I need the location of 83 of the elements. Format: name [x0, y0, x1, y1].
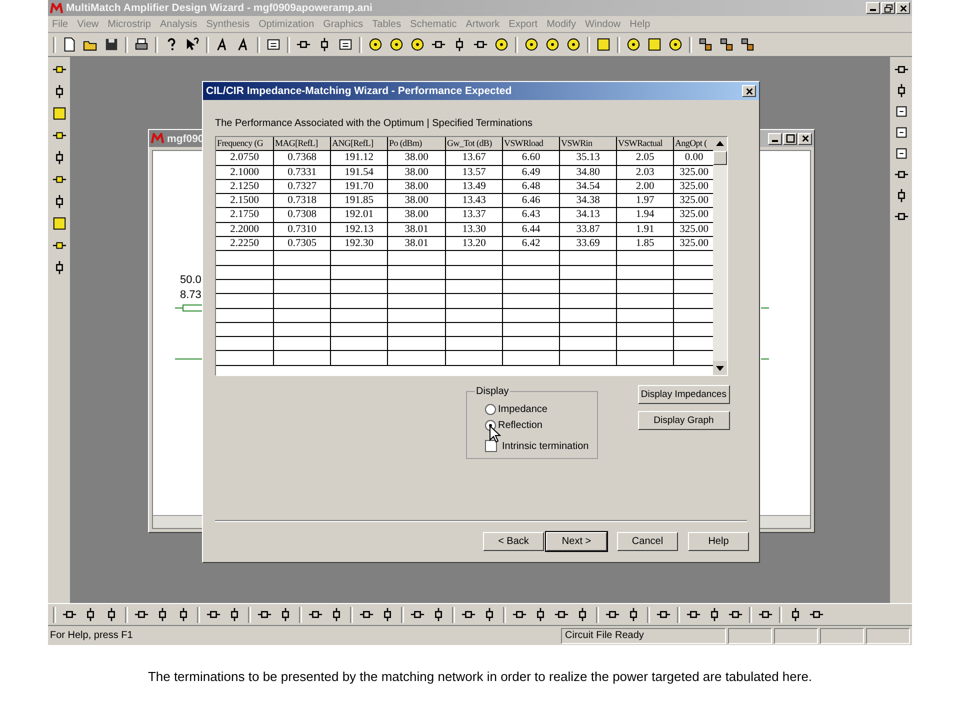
table-cell: 0.7318	[274, 194, 331, 208]
push-button[interactable]: Display Impedances	[638, 385, 730, 404]
table-cell: 33.69	[560, 237, 617, 252]
table-cell: 38.00	[388, 208, 446, 223]
window-title: MultiMatch Amplifier Design Wizard - mgf0909apoweramp.ani	[66, 2, 372, 14]
table-cell: 6.46	[503, 194, 560, 208]
table-cell: 38.01	[388, 237, 446, 252]
table-cell: 192.01	[331, 208, 388, 223]
table-cell: 38.01	[388, 222, 446, 238]
table-cell: 13.43	[446, 194, 503, 208]
table-cell: 2.1250	[216, 180, 274, 194]
table-cell: 191.54	[331, 166, 388, 180]
table-cell: 2.1750	[216, 208, 274, 223]
table-cell: 0.7305	[274, 237, 331, 252]
column-header[interactable]: VSWRactual	[617, 137, 674, 152]
wizard-button[interactable]: Next >	[546, 532, 607, 551]
table-cell: 38.00	[388, 180, 446, 194]
table-cell: 38.00	[388, 194, 446, 208]
table-cell: 34.80	[560, 166, 617, 180]
table-cell: 0.7368	[274, 151, 331, 166]
table-cell: 0.7308	[274, 208, 331, 223]
table-cell: 192.30	[331, 237, 388, 252]
schematic-label: 50.0	[180, 274, 202, 286]
table-cell: 35.13	[560, 151, 617, 166]
table-cell: 2.1000	[216, 166, 274, 180]
table-cell: 1.97	[617, 194, 674, 208]
column-header[interactable]: VSWRin	[560, 137, 617, 152]
table-cell: 1.94	[617, 208, 674, 223]
column-header[interactable]: VSWRload	[503, 137, 560, 152]
column-header[interactable]: Frequency (G	[216, 137, 274, 152]
wizard-button[interactable]: Help	[688, 532, 749, 551]
column-header[interactable]: Po (dBm)	[388, 137, 446, 152]
status-text: For Help, press F1	[50, 628, 134, 642]
table-cell: 192.13	[331, 222, 388, 238]
slide-caption: The terminations to be presented by the matching network in order to realize the power targeted are tabulated here.	[146, 669, 814, 684]
table-cell: 2.2250	[216, 237, 274, 252]
table-cell: 2.1500	[216, 194, 274, 208]
table-cell: 191.12	[331, 151, 388, 166]
table-cell: 6.48	[503, 180, 560, 194]
table-cell: 13.67	[446, 151, 503, 166]
column-header[interactable]: ANG[RefL]	[331, 137, 388, 152]
table-cell: 6.60	[503, 151, 560, 166]
status-text: Circuit File Ready	[561, 628, 726, 644]
table-cell: 34.38	[560, 194, 617, 208]
table-cell: 34.13	[560, 208, 617, 223]
table-cell: 0.7331	[274, 166, 331, 180]
table-cell: 2.05	[617, 151, 674, 166]
column-header[interactable]: MAG[RefL]	[274, 137, 331, 152]
table-cell: 34.54	[560, 180, 617, 194]
table-cell: 0.7327	[274, 180, 331, 194]
window-title: mgf090	[167, 132, 204, 144]
section-heading: The Performance Associated with the Optimum | Specified Terminations	[215, 118, 534, 131]
table-cell: 13.49	[446, 180, 503, 194]
dialog-title: CIL/CIR Impedance-Matching Wizard - Performance Expected	[206, 85, 512, 97]
table-cell: 13.30	[446, 222, 503, 238]
table-cell: 191.85	[331, 194, 388, 208]
radio-option[interactable]: Impedance	[475, 401, 589, 417]
group-label: Display	[475, 386, 510, 397]
table-cell: 2.03	[617, 166, 674, 180]
table-cell: 13.37	[446, 208, 503, 223]
table-cell: 6.44	[503, 222, 560, 238]
schematic-label: 8.73	[180, 289, 202, 301]
column-header[interactable]: AngOpt (	[674, 137, 713, 152]
table-cell: 1.85	[617, 237, 674, 252]
table-cell: 6.43	[503, 208, 560, 223]
table-cell: 0.7310	[274, 222, 331, 238]
table-cell: 13.57	[446, 166, 503, 180]
table-cell: 191.70	[331, 180, 388, 194]
table-cell: 38.00	[388, 151, 446, 166]
table-cell: 6.49	[503, 166, 560, 180]
table-cell: 2.2000	[216, 222, 274, 238]
table-cell: 2.00	[617, 180, 674, 194]
table-cell: 1.91	[617, 222, 674, 238]
table-cell: 38.00	[388, 166, 446, 180]
checkbox-option[interactable]: Intrinsic termination	[475, 438, 589, 454]
table-cell: 2.0750	[216, 151, 274, 166]
wizard-button[interactable]: Cancel	[617, 532, 678, 551]
wizard-button[interactable]: < Back	[483, 532, 544, 551]
push-button[interactable]: Display Graph	[638, 411, 730, 430]
table-cell: 33.87	[560, 222, 617, 238]
table-cell: 13.20	[446, 237, 503, 252]
column-header[interactable]: Gw_Tot (dB)	[446, 137, 503, 152]
table-cell: 6.42	[503, 237, 560, 252]
